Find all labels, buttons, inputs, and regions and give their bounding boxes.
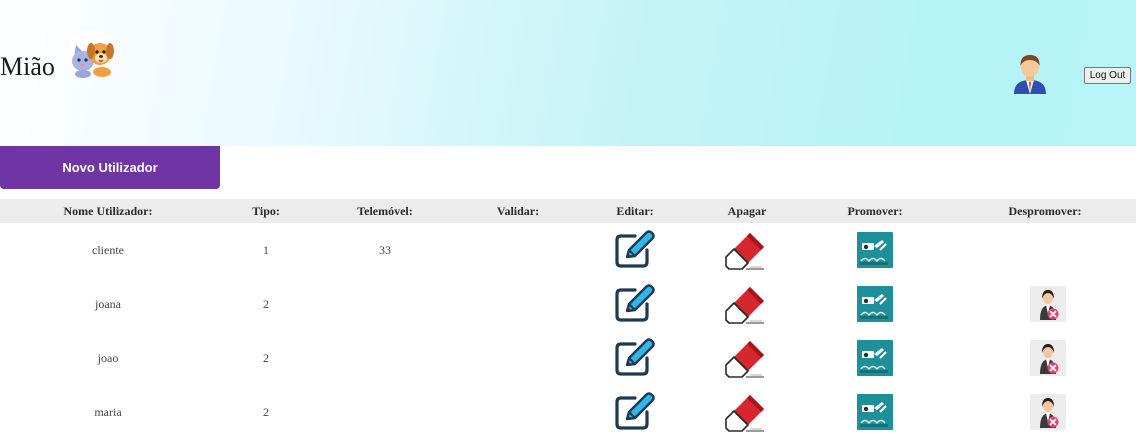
edit-pencil-icon[interactable] xyxy=(613,230,657,270)
table-header-row: Nome Utilizador: Tipo: Telemóvel: Valida… xyxy=(0,199,1136,223)
edit-pencil-icon[interactable] xyxy=(613,392,657,432)
demote-user-icon[interactable] xyxy=(1028,284,1068,324)
cell-type: 2 xyxy=(263,351,269,365)
column-header-phone: Telemóvel: xyxy=(357,204,413,218)
table-row: joana 2 xyxy=(0,277,1136,331)
demote-user-icon[interactable] xyxy=(1028,392,1068,432)
header-banner: Mião Log Out xyxy=(0,0,1136,146)
promote-icon[interactable] xyxy=(855,338,895,378)
promote-icon[interactable] xyxy=(855,392,895,432)
eraser-icon[interactable] xyxy=(724,284,768,324)
cell-validate xyxy=(478,331,558,385)
column-header-validate: Validar: xyxy=(496,204,540,218)
edit-pencil-icon[interactable] xyxy=(613,338,657,378)
cell-type: 1 xyxy=(263,243,269,257)
column-header-promote: Promover: xyxy=(847,204,903,218)
cell-phone xyxy=(325,385,445,439)
user-avatar-icon xyxy=(1010,52,1050,94)
cat-dog-logo-icon xyxy=(66,29,118,81)
table-row: joao 2 xyxy=(0,331,1136,385)
cell-phone: 33 xyxy=(379,243,391,257)
promote-icon[interactable] xyxy=(855,284,895,324)
column-header-delete: Apagar xyxy=(727,204,767,218)
column-header-name: Nome Utilizador: xyxy=(63,204,153,218)
eraser-icon[interactable] xyxy=(724,230,768,270)
eraser-icon[interactable] xyxy=(724,392,768,432)
edit-pencil-icon[interactable] xyxy=(613,284,657,324)
cell-validate xyxy=(478,277,558,331)
column-header-demote: Despromover: xyxy=(1008,204,1082,218)
cell-username: maria xyxy=(94,405,122,419)
promote-icon[interactable] xyxy=(855,230,895,270)
cell-username: joana xyxy=(95,297,121,311)
cell-validate xyxy=(478,223,558,277)
new-user-button[interactable]: Novo Utilizador xyxy=(0,146,220,189)
cell-username: cliente xyxy=(92,243,124,257)
cell-validate xyxy=(478,385,558,439)
table-row: maria 2 xyxy=(0,385,1136,439)
brand-title: Mião xyxy=(0,52,55,81)
table-row: cliente 1 33 xyxy=(0,223,1136,277)
eraser-icon[interactable] xyxy=(724,338,768,378)
cell-username: joao xyxy=(97,351,119,365)
cell-type: 2 xyxy=(263,297,269,311)
cell-type: 2 xyxy=(263,405,269,419)
log-out-button[interactable]: Log Out xyxy=(1084,67,1131,84)
cell-phone xyxy=(325,277,445,331)
column-header-type: Tipo: xyxy=(252,204,280,218)
cell-phone xyxy=(325,331,445,385)
demote-user-icon[interactable] xyxy=(1028,338,1068,378)
column-header-edit: Editar: xyxy=(616,204,654,218)
